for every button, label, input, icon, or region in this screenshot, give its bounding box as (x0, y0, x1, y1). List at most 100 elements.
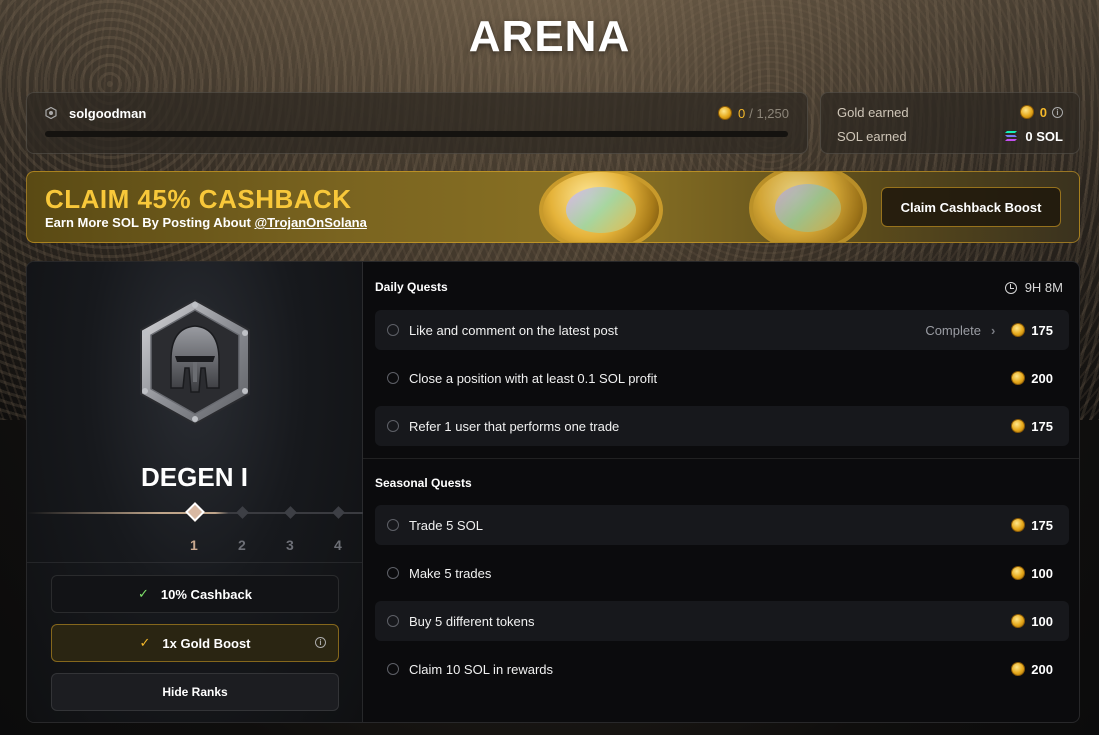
info-icon[interactable]: i (315, 637, 326, 648)
quest-label: Buy 5 different tokens (409, 613, 535, 629)
quest-radio[interactable] (387, 420, 399, 432)
gold-progress-bar (45, 131, 788, 137)
quest-label: Close a position with at least 0.1 SOL p… (409, 370, 658, 386)
quest-label: Claim 10 SOL in rewards (409, 661, 554, 677)
sol-earned-value: 0 SOL (1025, 128, 1063, 144)
quest-row[interactable]: Claim 10 SOL in rewards 200 (375, 649, 1069, 689)
quest-reward: Complete › 175 (925, 323, 1053, 338)
coin-face (566, 187, 636, 233)
banner-subtitle: Earn More SOL By Posting About @TrojanOn… (45, 215, 367, 230)
gold-coin-icon (1011, 419, 1026, 433)
quest-radio[interactable] (387, 324, 399, 336)
solana-coin-illustration (749, 172, 867, 242)
rank-node-4 (332, 506, 345, 519)
info-icon[interactable]: i (1052, 106, 1063, 118)
gold-current: 0 (738, 105, 746, 121)
sol-earned-value-group: 0 SOL (1005, 129, 1063, 144)
quest-row[interactable]: Refer 1 user that performs one trade 175 (375, 406, 1069, 446)
reward-value: 200 (1031, 661, 1053, 677)
quest-label: Like and comment on the latest post (409, 322, 618, 338)
arena-main-card: DEGEN I 1 2 3 4 ✓ 10% Cashback ✓ 1x Gold… (26, 261, 1080, 723)
chevron-right-icon[interactable]: › (991, 323, 995, 338)
rank-level-number: 3 (286, 537, 294, 553)
quest-row[interactable]: Make 5 trades 100 (375, 553, 1069, 593)
gold-coin-icon (1011, 371, 1026, 385)
rank-node-2 (236, 506, 249, 519)
rank-level-number: 1 (190, 537, 198, 553)
quest-row[interactable]: Like and comment on the latest post Comp… (375, 310, 1069, 350)
quest-row[interactable]: Buy 5 different tokens 100 (375, 601, 1069, 641)
gold-coin-icon (1011, 662, 1026, 676)
quest-reward: 200 (1011, 662, 1053, 677)
gold-earned-row: Gold earned 0 i (837, 103, 1063, 121)
reward-value: 200 (1031, 370, 1053, 386)
quest-reward: 100 (1011, 566, 1053, 581)
rank-node-3 (284, 506, 297, 519)
page-title: ARENA (468, 12, 631, 61)
username: solgoodman (69, 105, 147, 121)
reward-value: 175 (1031, 517, 1053, 533)
clock-icon (1004, 281, 1017, 294)
perk-cashback-label: 10% Cashback (160, 586, 252, 602)
spartan-helmet-badge-icon (140, 298, 250, 426)
cashback-banner: CLAIM 45% CASHBACK Earn More SOL By Post… (26, 171, 1080, 243)
rank-level-number: 2 (238, 537, 246, 553)
solana-coin-illustration (539, 172, 663, 242)
quest-label: Make 5 trades (409, 565, 492, 581)
reward-value: 175 (1031, 322, 1053, 338)
hide-ranks-button[interactable]: Hide Ranks (51, 673, 339, 711)
gold-coin-icon (1011, 323, 1026, 337)
gold-coin-icon (1011, 566, 1026, 580)
rank-name: DEGEN I (141, 462, 248, 492)
quest-label: Trade 5 SOL (409, 517, 483, 533)
reward-value: 100 (1031, 565, 1053, 581)
user-progress-panel: solgoodman 0 / 1,250 (26, 92, 808, 154)
user-gold-progress: 0 / 1,250 (718, 106, 789, 121)
earnings-panel: Gold earned 0 i SOL earned 0 SOL (820, 92, 1080, 154)
rank-panel: DEGEN I 1 2 3 4 ✓ 10% Cashback ✓ 1x Gold… (27, 262, 363, 722)
check-icon: ✓ (139, 635, 151, 650)
solana-icon (1005, 131, 1018, 141)
reward-value: 100 (1031, 613, 1053, 629)
perk-cashback: ✓ 10% Cashback (51, 575, 339, 613)
divider (27, 562, 362, 563)
quest-reward: 100 (1011, 614, 1053, 629)
claim-cashback-boost-button[interactable]: Claim Cashback Boost (881, 187, 1061, 227)
quest-radio[interactable] (387, 615, 399, 627)
perk-gold-boost-label: 1x Gold Boost (162, 635, 251, 651)
rank-node-1 (185, 502, 205, 522)
gold-earned-value-group: 0 i (1019, 104, 1063, 120)
divider (363, 458, 1079, 459)
quest-row[interactable]: Close a position with at least 0.1 SOL p… (375, 358, 1069, 398)
quest-radio[interactable] (387, 519, 399, 531)
daily-reset-timer: 9H 8M (1004, 280, 1063, 295)
gold-coin-icon (718, 106, 732, 120)
quest-radio[interactable] (387, 663, 399, 675)
gold-earned-label: Gold earned (837, 104, 909, 120)
quest-reward: 175 (1011, 518, 1053, 533)
sol-earned-row: SOL earned 0 SOL (837, 127, 1063, 145)
gold-coin-icon (1019, 105, 1034, 119)
sol-earned-label: SOL earned (837, 128, 907, 144)
quest-radio[interactable] (387, 567, 399, 579)
quest-reward: 175 (1011, 419, 1053, 434)
gold-coin-icon (1011, 518, 1026, 532)
quest-reward: 200 (1011, 371, 1053, 386)
check-icon: ✓ (138, 586, 149, 601)
quests-panel: Daily Quests 9H 8M Like and comment on t… (363, 262, 1079, 722)
daily-quests-title: Daily Quests (375, 280, 448, 294)
quest-status[interactable]: Complete (925, 323, 981, 338)
quest-label: Refer 1 user that performs one trade (409, 418, 620, 434)
user-badge-icon (45, 107, 57, 119)
rank-level-number: 4 (334, 537, 342, 553)
quest-radio[interactable] (387, 372, 399, 384)
quest-row[interactable]: Trade 5 SOL 175 (375, 505, 1069, 545)
gold-max: / 1,250 (749, 105, 789, 121)
gold-earned-value: 0 (1039, 104, 1047, 120)
banner-title: CLAIM 45% CASHBACK (45, 184, 352, 214)
perk-gold-boost: ✓ 1x Gold Boost i (51, 624, 339, 662)
twitter-handle-link[interactable]: @TrojanOnSolana (254, 215, 366, 230)
gold-coin-icon (1011, 614, 1026, 628)
user-row: solgoodman 0 / 1,250 (45, 103, 789, 123)
coin-face (775, 184, 841, 232)
